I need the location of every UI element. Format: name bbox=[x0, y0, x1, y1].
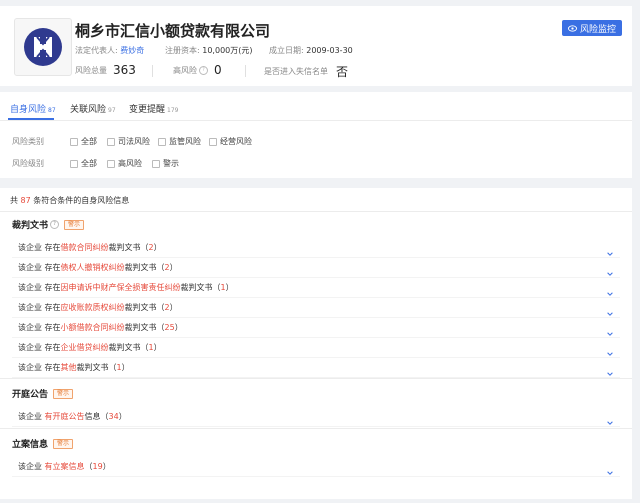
checkbox-type-operating[interactable]: 经营风险 bbox=[209, 136, 252, 147]
chevron-down-icon[interactable] bbox=[606, 323, 614, 336]
filter-card: 自身风险 87 关联风险 97 变更提醒 179 风险类别 全部 司法风险 监管风险 … bbox=[0, 92, 632, 178]
checkbox-level-high[interactable]: 高风险 bbox=[107, 158, 142, 169]
checkbox-icon bbox=[152, 159, 160, 168]
risk-row-link[interactable]: 因申请诉中财产保全损害责任纠纷 bbox=[61, 283, 181, 292]
risk-type-label: 风险类别 bbox=[12, 137, 44, 146]
high-risk-stat: 高风险 ? 0 bbox=[173, 63, 222, 77]
risk-row-link[interactable]: 借款合同纠纷 bbox=[61, 243, 109, 252]
risk-row[interactable]: 该企业 存在因申请诉中财产保全损害责任纠纷裁判文书（1） bbox=[0, 278, 632, 298]
risk-row-count: 34 bbox=[108, 412, 119, 421]
risk-row-link[interactable]: 其他 bbox=[61, 363, 77, 372]
checkbox-type-regulatory[interactable]: 监管风险 bbox=[158, 136, 201, 147]
row-divider bbox=[12, 476, 620, 477]
checkbox-icon bbox=[107, 159, 115, 168]
risk-tabs: 自身风险 87 关联风险 97 变更提醒 179 bbox=[0, 92, 632, 121]
risk-row-text: 该企业 存在其他裁判文书（1） bbox=[18, 363, 130, 372]
help-icon[interactable]: ? bbox=[50, 220, 60, 229]
checkbox-icon bbox=[70, 159, 78, 168]
checkbox-icon bbox=[209, 137, 217, 146]
checkbox-level-warning[interactable]: 警示 bbox=[152, 158, 179, 169]
risk-row[interactable]: 该企业 存在其他裁判文书（1） bbox=[0, 358, 632, 378]
risk-row-count: 25 bbox=[164, 323, 175, 332]
risk-row-link[interactable]: 企业借贷纠纷 bbox=[61, 343, 109, 352]
risk-row-text: 该企业 存在借款合同纠纷裁判文书（2） bbox=[18, 243, 162, 252]
risk-total-value: 363 bbox=[113, 63, 136, 77]
chevron-down-icon[interactable] bbox=[606, 243, 614, 256]
warning-badge: 警示 bbox=[64, 219, 85, 230]
checkbox-level-all[interactable]: 全部 bbox=[70, 158, 97, 169]
tab-self-risk[interactable]: 自身风险 87 bbox=[10, 102, 56, 115]
company-header-card: 桐乡市汇信小额贷款有限公司 风险监控 法定代表人: 费妙奇 注册资本: 10,0… bbox=[0, 6, 632, 86]
row-divider bbox=[12, 426, 620, 427]
risk-row-count: 19 bbox=[92, 462, 103, 471]
tab-change-alerts[interactable]: 变更提醒 179 bbox=[129, 102, 178, 115]
legal-rep-link[interactable]: 费妙奇 bbox=[120, 46, 144, 55]
divider bbox=[0, 211, 632, 212]
legal-rep: 法定代表人: 费妙奇 bbox=[75, 46, 145, 55]
risk-row-link[interactable]: 应收账款质权纠纷 bbox=[61, 303, 125, 312]
chevron-down-icon[interactable] bbox=[606, 303, 614, 316]
risk-row-text: 该企业 存在因申请诉中财产保全损害责任纠纷裁判文书（1） bbox=[18, 283, 234, 292]
blacklist-stat: 是否进入失信名单 否 bbox=[264, 65, 349, 79]
risk-row-text: 该企业 有开庭公告信息（34） bbox=[18, 412, 127, 421]
risk-monitor-button[interactable]: 风险监控 bbox=[561, 20, 622, 36]
help-icon[interactable]: ? bbox=[199, 65, 208, 75]
checkbox-icon bbox=[158, 137, 166, 146]
founded-date: 成立日期: 2009-03-30 bbox=[269, 46, 353, 55]
eye-icon bbox=[567, 24, 577, 32]
section-divider bbox=[0, 428, 632, 429]
risk-row-link[interactable]: 债权人撤销权纠纷 bbox=[61, 263, 125, 272]
checkbox-icon bbox=[107, 137, 115, 146]
risk-row[interactable]: 该企业 存在债权人撤销权纠纷裁判文书（2） bbox=[0, 258, 632, 278]
registered-capital: 注册资本: 10,000万(元) bbox=[165, 46, 253, 55]
warning-badge: 警示 bbox=[53, 438, 74, 449]
company-name: 桐乡市汇信小额贷款有限公司 bbox=[75, 22, 271, 40]
risk-row-text: 该企业 存在债权人撤销权纠纷裁判文书（2） bbox=[18, 263, 178, 272]
risk-monitor-label: 风险监控 bbox=[579, 24, 616, 35]
chevron-down-icon[interactable] bbox=[606, 283, 614, 296]
risk-row-text: 该企业 存在小额借款合同纠纷裁判文书（25） bbox=[18, 323, 183, 332]
active-tab-indicator bbox=[8, 118, 54, 120]
risk-row-text: 该企业 存在应收账款质权纠纷裁判文书（2） bbox=[18, 303, 178, 312]
risk-row[interactable]: 该企业 存在应收账款质权纠纷裁判文书（2） bbox=[0, 298, 632, 318]
risk-row[interactable]: 该企业 有立案信息（19） bbox=[0, 457, 632, 477]
section-title: 立案信息 警示 bbox=[12, 437, 74, 450]
risk-level-label: 风险级别 bbox=[12, 159, 44, 168]
stat-divider bbox=[152, 65, 153, 77]
section-divider bbox=[0, 378, 632, 379]
section-title: 裁判文书? 警示 bbox=[12, 218, 85, 231]
company-logo-icon bbox=[24, 28, 62, 66]
risk-row-text: 该企业 有立案信息（19） bbox=[18, 462, 111, 471]
company-logo bbox=[14, 18, 72, 76]
risk-row-text: 该企业 存在企业借贷纠纷裁判文书（1） bbox=[18, 343, 162, 352]
risk-row-link[interactable]: 小额借款合同纠纷 bbox=[61, 323, 125, 332]
risk-total-stat: 风险总量 363 bbox=[75, 63, 136, 77]
chevron-down-icon[interactable] bbox=[606, 462, 614, 475]
result-summary: 共 87 条符合条件的自身风险信息 bbox=[10, 196, 130, 205]
chevron-down-icon[interactable] bbox=[606, 363, 614, 376]
high-risk-value: 0 bbox=[214, 63, 222, 77]
risk-row[interactable]: 该企业 存在小额借款合同纠纷裁判文书（25） bbox=[0, 318, 632, 338]
section-title: 开庭公告 警示 bbox=[12, 387, 74, 400]
checkbox-type-all[interactable]: 全部 bbox=[70, 136, 97, 147]
checkbox-icon bbox=[70, 137, 78, 146]
blacklist-value: 否 bbox=[336, 65, 349, 79]
risk-list-card: 共 87 条符合条件的自身风险信息 裁判文书? 警示 该企业 存在借款合同纠纷裁判文… bbox=[0, 188, 632, 499]
risk-row-link[interactable]: 有立案信息 bbox=[45, 462, 85, 471]
warning-badge: 警示 bbox=[53, 388, 74, 399]
chevron-down-icon[interactable] bbox=[606, 412, 614, 425]
stat-divider bbox=[245, 65, 246, 77]
risk-row[interactable]: 该企业 存在借款合同纠纷裁判文书（2） bbox=[0, 238, 632, 258]
risk-row[interactable]: 该企业 有开庭公告信息（34） bbox=[0, 407, 632, 427]
tab-related-risk[interactable]: 关联风险 97 bbox=[70, 102, 116, 115]
chevron-down-icon[interactable] bbox=[606, 343, 614, 356]
risk-row-link[interactable]: 有开庭公告 bbox=[45, 412, 85, 421]
checkbox-type-judicial[interactable]: 司法风险 bbox=[107, 136, 150, 147]
chevron-down-icon[interactable] bbox=[606, 263, 614, 276]
risk-row[interactable]: 该企业 存在企业借贷纠纷裁判文书（1） bbox=[0, 338, 632, 358]
